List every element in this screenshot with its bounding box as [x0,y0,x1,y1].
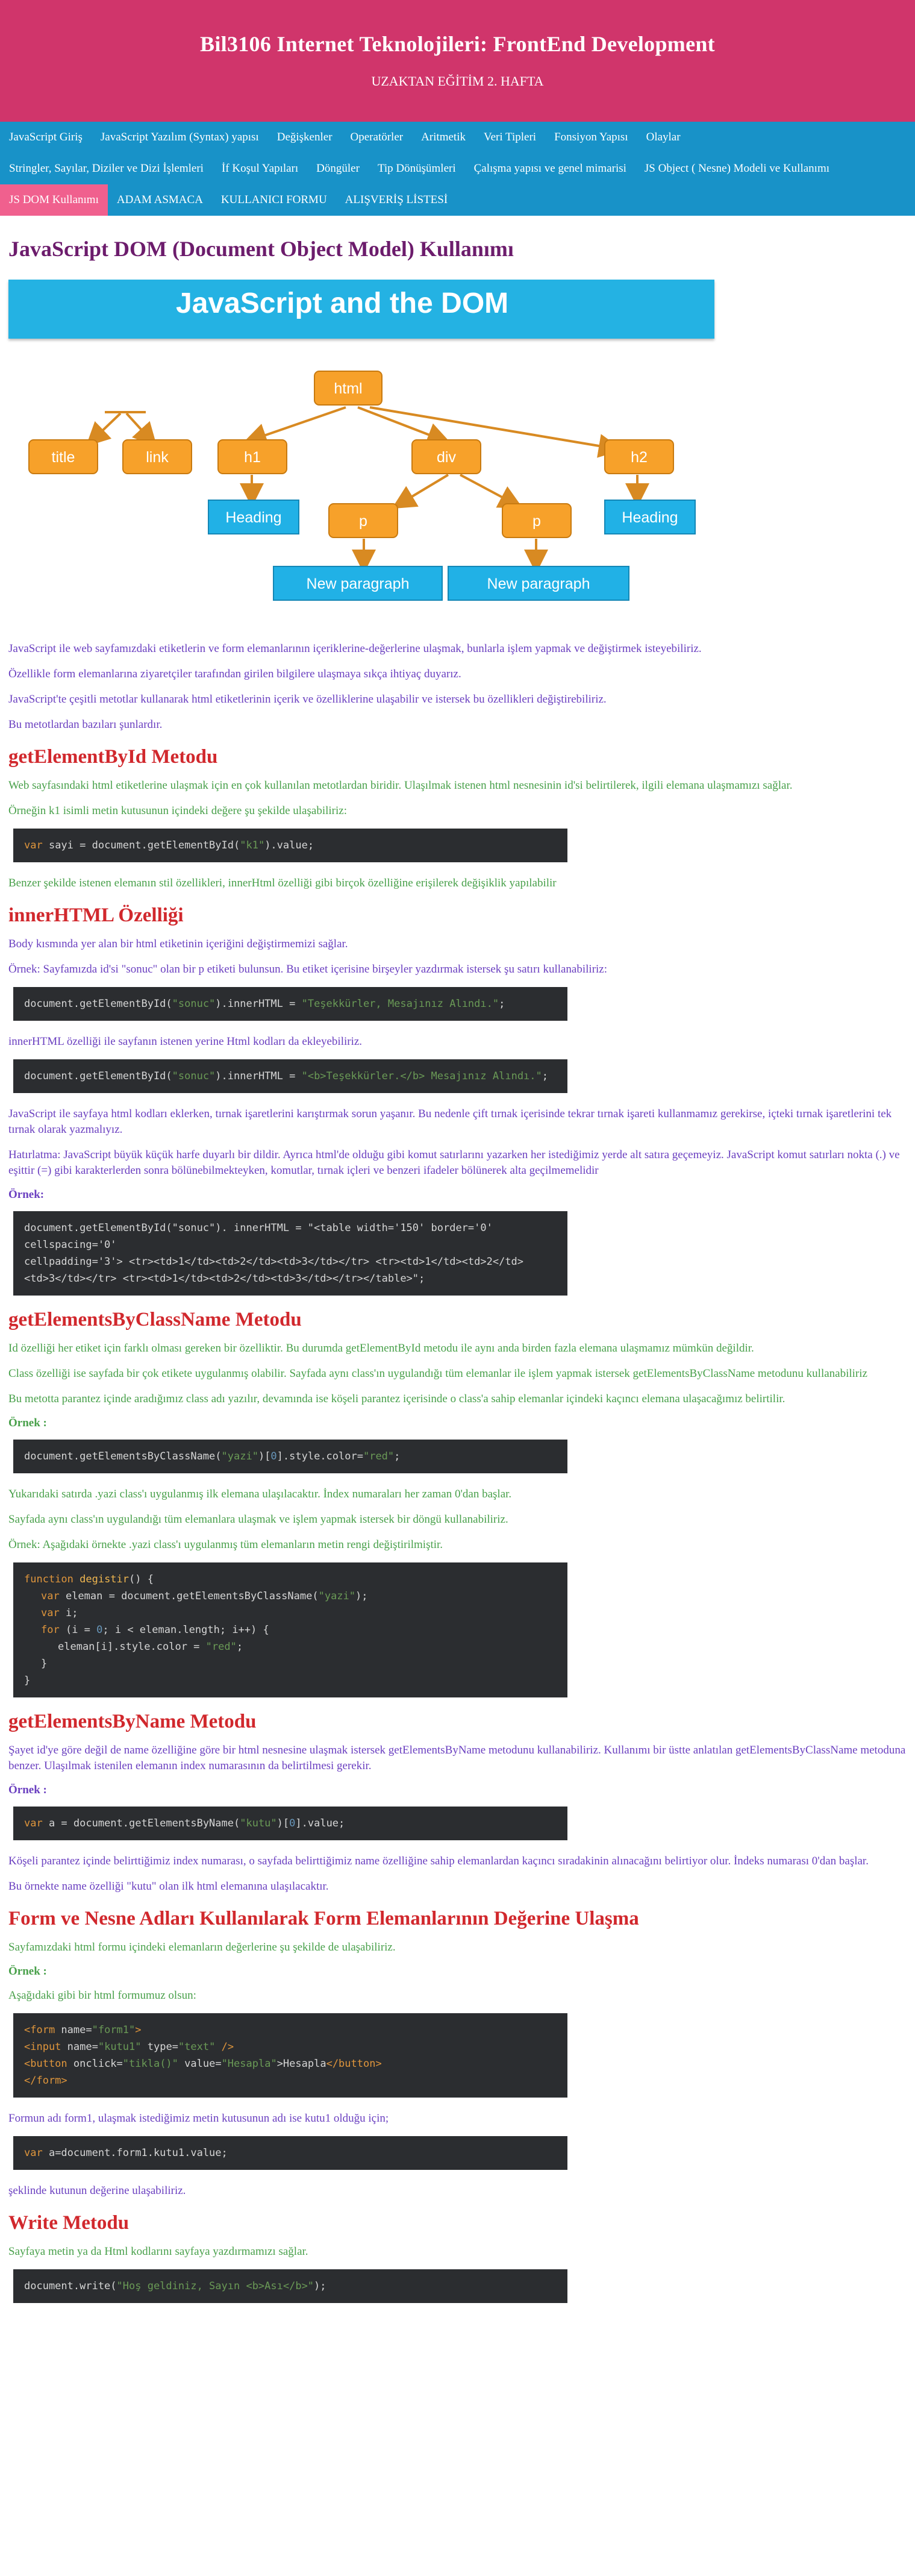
write-desc: Sayfaya metin ya da Html kodlarını sayfa… [8,2245,308,2258]
nav-row-3: JS DOM Kullanımı ADAM ASMACA KULLANICI F… [0,184,915,216]
nav-item-kullanici-formu[interactable]: KULLANICI FORMU [212,184,336,216]
classname-desc-6: Örnek: Aşağıdaki örnekte .yazi class'ı u… [8,1538,443,1551]
edge-html-h2 [369,406,623,458]
node-link-label: link [146,449,169,466]
nav-item-donguler[interactable]: Döngüler [307,153,369,184]
form-name-note: Formun adı form1, ulaşmak istediğimiz me… [8,2112,389,2125]
nav-item-object[interactable]: JS Object ( Nesne) Modeli ve Kullanımı [636,153,838,184]
innerhtml-desc: Body kısmında yer alan bir html etiketin… [8,938,348,950]
heading-write: Write Metodu [8,2212,130,2234]
nav-item-stringler[interactable]: Stringler, Sayılar, Diziler ve Dizi İşle… [0,153,213,184]
byname-ornek-label: Örnek : [8,1784,47,1796]
classname-desc-2: Class özelliği ise sayfada bir çok etike… [8,1367,867,1380]
node-heading-1-label: Heading [225,509,281,526]
edge-head-link [125,412,157,447]
code-form-access: var a=document.form1.kutu1.value; [13,2136,567,2170]
nav-item-olaylar[interactable]: Olaylar [637,122,690,153]
code-innerhtml-2: document.getElementById("sonuc").innerHT… [13,1059,567,1093]
byname-index-note: Köşeli parantez içinde belirttiğimiz ind… [8,1855,869,1867]
node-heading-2-label: Heading [622,509,678,526]
edge-html-h1 [242,406,346,447]
heading-getelementsbyname: getElementsByName Metodu [8,1711,257,1732]
innerhtml-example-intro: Örnek: Sayfamızda id'si "sonuc" olan bir… [8,963,608,976]
classname-ornek-label: Örnek : [8,1417,47,1429]
nav-item-js-giris[interactable]: JavaScript Giriş [0,122,92,153]
intro-paragraph-2: Özellikle form elemanlarına ziyaretçiler… [8,668,461,680]
code-innerhtml-1: document.getElementById("sonuc").innerHT… [13,987,567,1021]
nav-item-syntax[interactable]: JavaScript Yazılım (Syntax) yapısı [92,122,268,153]
node-title-label: title [52,449,75,466]
form-desc: Sayfamızdaki html formu içindeki elemanl… [8,1941,396,1954]
intro-paragraph-4: Bu metotlardan bazıları şunlardır. [8,718,163,731]
code-innerhtml-table: document.getElementById("sonuc"). innerH… [13,1211,567,1296]
nav-item-degiskenler[interactable]: Değişkenler [268,122,342,153]
node-html-label: html [334,380,362,397]
nav-item-alisveris[interactable]: ALIŞVERİŞ LİSTESİ [336,184,457,216]
node-new-paragraph-2-label: New paragraph [487,575,590,592]
edge-div-p1 [392,474,449,509]
heading-getelementbyid: getElementById Metodu [8,746,218,768]
code-classname-loop: function degistir() { var eleman = docum… [13,1562,567,1697]
nav-item-operatorler[interactable]: Operatörler [342,122,413,153]
classname-desc-1: Id özelliği her etiket için farklı olmas… [8,1342,754,1355]
site-title: Bil3106 Internet Teknolojileri: FrontEnd… [200,32,715,56]
node-div-label: div [437,449,456,466]
nav-row-1: JavaScript Giriş JavaScript Yazılım (Syn… [0,122,915,153]
classname-desc-5: Sayfada aynı class'ın uygulandığı tüm el… [8,1513,508,1526]
code-byname: var a = document.getElementsByName("kutu… [13,1807,567,1840]
byname-desc: Şayet id'ye göre değil de name özelliğin… [8,1744,906,1772]
intro-paragraph-3: JavaScript'te çeşitli metotlar kullanara… [8,693,607,706]
nav-item-aritmetik[interactable]: Aritmetik [412,122,475,153]
main-content: JavaScript DOM (Document Object Model) K… [0,236,915,2303]
classname-desc-3: Bu metotta parantez içinde aradığımız cl… [8,1393,785,1405]
node-h1-label: h1 [244,449,261,466]
node-p-1-label: p [359,513,367,530]
nav-row-2: Stringler, Sayılar, Diziler ve Dizi İşle… [0,153,915,184]
page-title: JavaScript DOM (Document Object Model) K… [8,237,514,261]
header-banner: Bil3106 Internet Teknolojileri: FrontEnd… [0,0,915,122]
innerhtml-html-note: innerHTML özelliği ile sayfanın istenen … [8,1035,363,1048]
nav-item-adam-asmaca[interactable]: ADAM ASMACA [108,184,212,216]
main-nav: JavaScript Giriş JavaScript Yazılım (Syn… [0,122,915,216]
form-ornek-label: Örnek : [8,1965,47,1978]
nav-item-mimari[interactable]: Çalışma yapısı ve genel mimarisi [465,153,636,184]
byname-example-note: Bu örnekte name özelliği "kutu" olan ilk… [8,1880,329,1893]
heading-innerhtml: innerHTML Özelliği [8,904,184,926]
nav-item-veri-tipleri[interactable]: Veri Tipleri [475,122,545,153]
nav-item-tip-donusumleri[interactable]: Tip Dönüşümleri [369,153,465,184]
edge-head-title [86,412,122,447]
node-h2-label: h2 [631,449,648,466]
heading-getelementsbyclassname: getElementsByClassName Metodu [8,1309,302,1330]
innerhtml-ornek-label: Örnek: [8,1188,45,1201]
getelementbyid-note: Benzer şekilde istenen elemanın stil öze… [8,877,557,889]
code-form-html: <form name="form1"> <input name="kutu1" … [13,2013,567,2098]
nav-item-fonsiyon[interactable]: Fonsiyon Yapısı [545,122,637,153]
nav-item-dom[interactable]: JS DOM Kullanımı [0,184,108,216]
innerhtml-reminder: Hatırlatma: JavaScript büyük küçük harfe… [8,1149,900,1177]
code-getelementbyid: var sayi = document.getElementById("k1")… [13,829,567,862]
heading-form-elements: Form ve Nesne Adları Kullanılarak Form E… [8,1908,639,1929]
node-p-2-label: p [532,513,541,530]
code-write: document.write("Hoş geldiniz, Sayın <b>A… [13,2269,567,2303]
dom-diagram: JavaScript and the DOM html title link h… [8,280,719,641]
node-new-paragraph-1-label: New paragraph [307,575,410,592]
intro-paragraph-1: JavaScript ile web sayfamızdaki etiketle… [8,642,702,655]
form-intro: Aşağıdaki gibi bir html formumuz olsun: [8,1989,196,2002]
classname-desc-4: Yukarıdaki satırda .yazi class'ı uygulan… [8,1488,512,1500]
code-classname-1: document.getElementsByClassName("yazi")[… [13,1440,567,1473]
form-access-note: şeklinde kutunun değerine ulaşabiliriz. [8,2184,186,2197]
getelementbyid-desc: Web sayfasındaki html etiketlerine ulaşm… [8,779,793,792]
innerhtml-quotes-note: JavaScript ile sayfaya html kodları ekle… [8,1108,892,1136]
site-subtitle: UZAKTAN EĞİTİM 2. HAFTA [371,74,544,89]
getelementbyid-example-intro: Örneğin k1 isimli metin kutusunun içinde… [8,804,347,817]
edge-div-p2 [460,474,523,509]
nav-item-if[interactable]: İf Koşul Yapıları [213,153,307,184]
dom-tree-svg: html title link h1 div h2 Heading p p He… [28,371,696,601]
